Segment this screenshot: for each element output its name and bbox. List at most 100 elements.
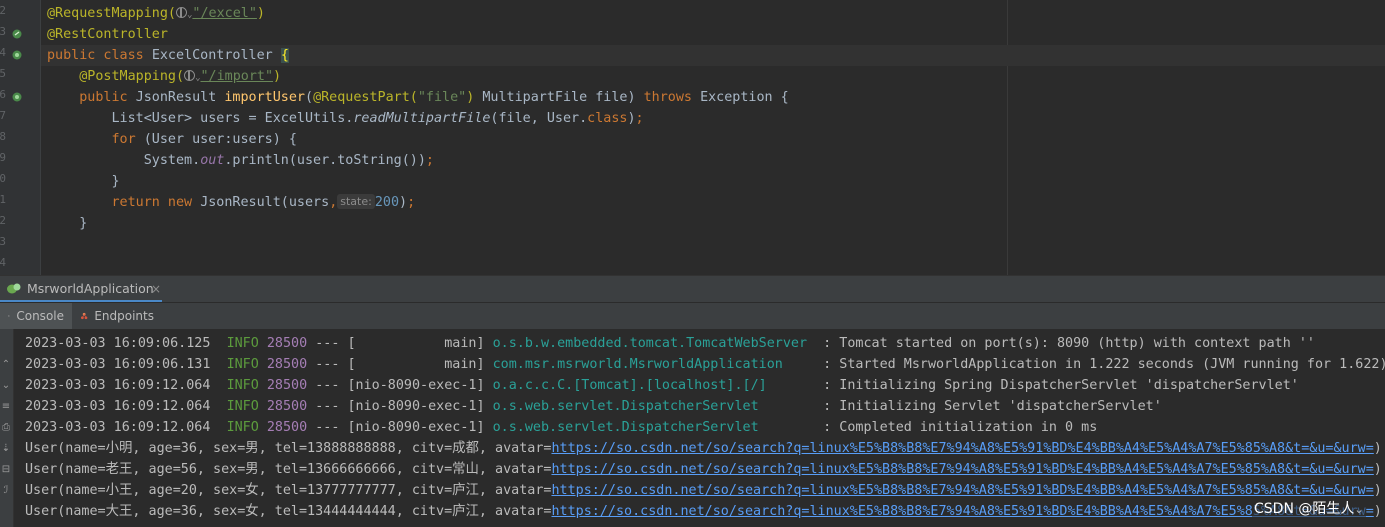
run-config-tab[interactable]: MsrworldApplication [0, 276, 162, 302]
log-separator: --- [307, 357, 348, 372]
log-message: : Completed initialization in 0 ms [823, 420, 1098, 435]
log-timestamp: 2023-03-03 16:09:12.064 [25, 399, 211, 414]
code-token: out [200, 153, 225, 168]
log-pid: 28500 [266, 336, 308, 351]
code-token: , [329, 195, 338, 210]
user-suffix: ) [1373, 504, 1382, 519]
console-action-icon[interactable]: ⇣ [1, 443, 11, 455]
code-token: "file" [417, 90, 467, 105]
tab-endpoints-label: Endpoints [94, 309, 154, 323]
line-number: 6 [0, 88, 6, 101]
console-action-icon[interactable]: ⊟ [1, 464, 11, 476]
code-line[interactable]: return new JsonResult(users, state: 200); [47, 192, 415, 213]
line-number: 2 [0, 4, 6, 17]
line-number: 5 [0, 67, 6, 80]
log-line: 2023-03-03 16:09:12.064 INFO 28500 --- [… [25, 375, 1299, 396]
code-token: MultipartFile file) [474, 90, 644, 105]
request-mapping-icon[interactable] [12, 92, 22, 102]
code-token: ) [273, 69, 282, 84]
code-line[interactable]: } [47, 213, 87, 234]
code-token: importUser [224, 90, 305, 105]
console-action-icon[interactable]: ⌃ [1, 359, 11, 371]
code-token: return new [111, 195, 201, 210]
code-token: .println(user.toString()) [224, 153, 426, 168]
close-icon[interactable]: × [151, 282, 161, 296]
console-icon [8, 315, 11, 317]
tab-endpoints[interactable]: Endpoints [72, 303, 162, 329]
user-fields: User(name=小明, age=36, sex=男, tel=1388888… [25, 441, 552, 456]
line-number: 4 [0, 46, 6, 59]
code-line[interactable]: public JsonResult importUser(@RequestPar… [47, 87, 789, 108]
log-pid: 28500 [266, 399, 308, 414]
code-line[interactable]: public class ExcelController { [47, 45, 289, 66]
code-token: JsonResult [135, 90, 225, 105]
code-token: ; [635, 111, 644, 126]
tab-console[interactable]: Console [0, 303, 72, 329]
code-editor[interactable]: 2 3 4 5 6 7 8 9 0 1 2 3 4 @RequestMapping(⌄"/excel")… [0, 0, 1385, 275]
run-toolwindow-header: MsrworldApplication × [0, 275, 1385, 302]
log-logger: o.s.web.servlet.DispatcherServlet [492, 420, 824, 435]
code-token: ) [399, 195, 408, 210]
log-message: : Initializing Servlet 'dispatcherServle… [823, 399, 1162, 414]
spring-bean-icon[interactable] [12, 29, 22, 39]
log-message: : Tomcat started on port(s): 8090 (http)… [823, 336, 1315, 351]
code-line[interactable]: @PostMapping(⌄"/import") [47, 66, 281, 87]
log-message: : Initializing Spring DispatcherServlet … [823, 378, 1299, 393]
code-token: throws [643, 90, 701, 105]
line-number: 4 [0, 256, 6, 269]
log-thread: [nio-8090-exec-1] [347, 420, 485, 435]
log-level: INFO [226, 420, 259, 435]
log-thread: [ main] [347, 357, 485, 372]
log-level: INFO [226, 399, 259, 414]
avatar-link[interactable]: https://so.csdn.net/so/search?q=linux%E5… [551, 504, 1373, 519]
code-token: 200 [374, 195, 400, 210]
code-line[interactable]: @RequestMapping(⌄"/excel") [47, 3, 265, 24]
avatar-link[interactable]: https://so.csdn.net/so/search?q=linux%E5… [551, 462, 1373, 477]
log-logger: com.msr.msrworld.MsrworldApplication [492, 357, 824, 372]
code-token: "/import" [200, 69, 274, 84]
code-token: ) [256, 6, 265, 21]
gutter-divider [40, 0, 41, 275]
right-margin-guide [1007, 0, 1008, 275]
endpoints-icon [81, 312, 88, 320]
parameter-hint: state: [337, 194, 375, 209]
code-token: } [47, 216, 88, 231]
console-output[interactable]: ⌃ ⌄ ≡ ⎙ ⇣ ⊟ ℐ o.s.b.w.embedded.tomcat.TomcatWe… [0, 329, 1385, 527]
console-action-icon[interactable]: ⌄ [1, 380, 11, 392]
code-token: "/excel" [192, 6, 257, 21]
log-pid: 28500 [266, 378, 308, 393]
line-number: 8 [0, 130, 6, 143]
code-token: public class [47, 48, 152, 63]
console-action-icon[interactable]: ℐ [1, 485, 11, 497]
code-token: class [587, 111, 628, 126]
tab-console-label: Console [16, 309, 64, 323]
run-config-label: MsrworldApplication [27, 280, 154, 296]
console-action-icon[interactable]: ⎙ [1, 422, 11, 434]
log-thread: [nio-8090-exec-1] [347, 399, 485, 414]
avatar-link[interactable]: https://so.csdn.net/so/search?q=linux%E5… [551, 441, 1373, 456]
log-level: INFO [226, 357, 259, 372]
line-number: 9 [0, 151, 6, 164]
globe-icon[interactable] [176, 7, 187, 18]
code-line[interactable]: for (User user:users) { [47, 129, 297, 150]
globe-icon[interactable] [184, 70, 196, 81]
code-line[interactable]: @RestController [47, 24, 168, 45]
code-line[interactable]: System.out.println(user.toString()); [47, 150, 434, 171]
log-separator: --- [307, 420, 348, 435]
code-token: @PostMapping( [79, 69, 185, 84]
log-timestamp: 2023-03-03 16:09:12.064 [25, 378, 211, 393]
log-logger: o.s.web.servlet.DispatcherServlet [492, 399, 824, 414]
user-fields: User(name=大王, age=36, sex=女, tel=1344444… [25, 504, 552, 519]
avatar-link[interactable]: https://so.csdn.net/so/search?q=linux%E5… [551, 483, 1373, 498]
log-line: 2023-03-03 16:09:06.125 INFO 28500 --- [… [25, 333, 1315, 354]
code-line[interactable]: List<User> users = ExcelUtils.readMultip… [47, 108, 644, 129]
code-token: ) [627, 111, 636, 126]
console-action-icon[interactable]: ≡ [1, 401, 11, 413]
code-line[interactable]: } [47, 171, 119, 192]
code-token: (file, User. [490, 111, 588, 126]
code-token: JsonResult(users [200, 195, 330, 210]
spring-bean-icon[interactable] [12, 50, 22, 60]
log-timestamp: 2023-03-03 16:09:06.125 [25, 336, 211, 351]
code-token: ; [425, 153, 434, 168]
